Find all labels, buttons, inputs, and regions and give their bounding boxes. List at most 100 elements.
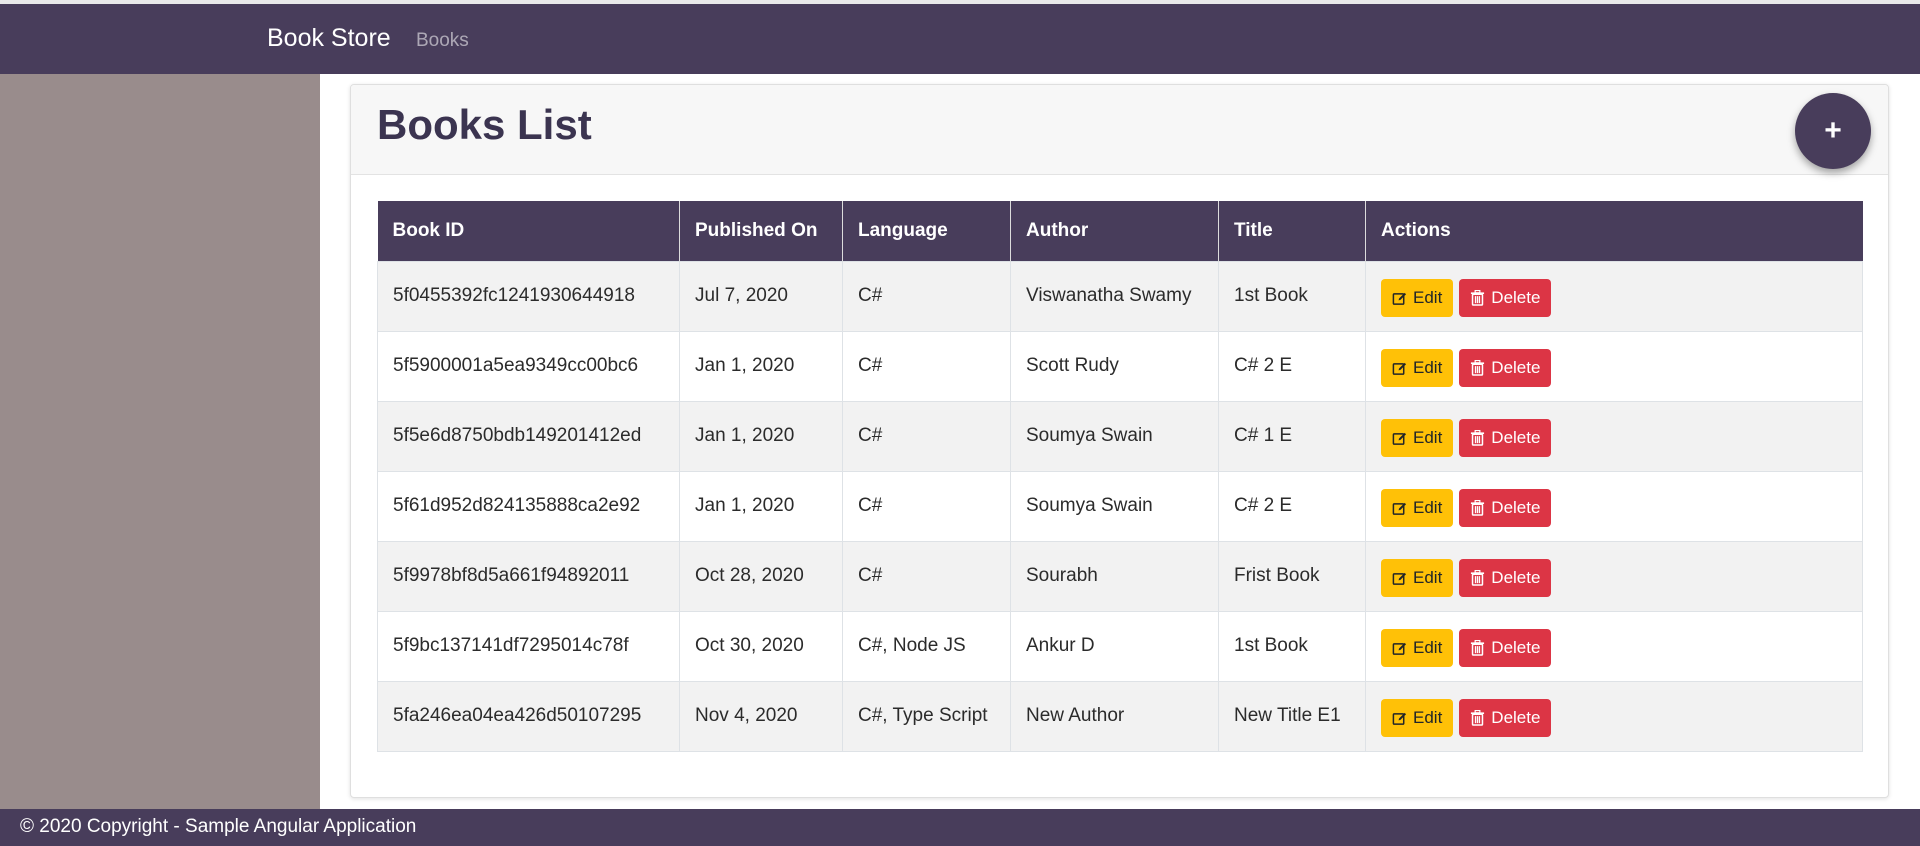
edit-button[interactable]: Edit [1381,629,1454,667]
cell-language: C# [842,330,1011,402]
pencil-square-icon [1392,711,1413,726]
cell-book-id: 5fa246ea04ea426d50107295 [377,680,680,752]
header-language: Language [842,201,1011,261]
delete-label: Delete [1491,428,1541,447]
cell-language: C# [842,400,1011,472]
edit-label: Edit [1413,498,1443,517]
cell-actions: Edit Delete [1365,540,1863,612]
cell-title: 1st Book [1218,260,1366,332]
edit-label: Edit [1413,708,1443,727]
cell-language: C# [842,540,1011,612]
delete-label: Delete [1491,498,1541,517]
cell-actions: Edit Delete [1365,330,1863,402]
header-author: Author [1010,201,1219,261]
table-row: 5f9bc137141df7295014c78f Oct 30, 2020 C#, … [377,610,1863,682]
footer: © 2020 Copyright - Sample Angular Applic… [0,809,1920,846]
cell-title: Frist Book [1218,540,1366,612]
card-header: Books List + [351,85,1888,175]
delete-button[interactable]: Delete [1459,419,1552,457]
cell-title: C# 2 E [1218,330,1366,402]
cell-book-id: 5f0455392fc1241930644918 [377,260,680,332]
cell-actions: Edit Delete [1365,400,1863,472]
navbar: Book Store Books [0,4,1920,74]
cell-language: C#, Node JS [842,610,1011,682]
cell-language: C#, Type Script [842,680,1011,752]
header-actions: Actions [1365,201,1863,261]
cell-title: C# 2 E [1218,470,1366,542]
table-row: 5f5900001a5ea9349cc00bc6 Jan 1, 2020 C# Sco… [377,330,1863,402]
edit-button[interactable]: Edit [1381,279,1454,317]
delete-label: Delete [1491,708,1541,727]
trash-icon [1470,640,1491,656]
table-row: 5f5e6d8750bdb149201412ed Jan 1, 2020 C# Sou… [377,400,1863,472]
cell-author: Scott Rudy [1010,330,1219,402]
books-table: Book ID Published On Language Author Tit… [377,201,1863,752]
cell-title: 1st Book [1218,610,1366,682]
cell-published-on: Oct 28, 2020 [679,540,843,612]
cell-title: C# 1 E [1218,400,1366,472]
cell-book-id: 5f5e6d8750bdb149201412ed [377,400,680,472]
trash-icon [1470,360,1491,376]
edit-label: Edit [1413,638,1443,657]
delete-button[interactable]: Delete [1459,559,1552,597]
trash-icon [1470,500,1491,516]
delete-button[interactable]: Delete [1459,699,1552,737]
page-title: Books List [377,101,592,148]
table-row: 5fa246ea04ea426d50107295 Nov 4, 2020 C#, T… [377,680,1863,752]
cell-published-on: Jan 1, 2020 [679,330,843,402]
pencil-square-icon [1392,291,1413,306]
cell-author: New Author [1010,680,1219,752]
cell-book-id: 5f9978bf8d5a661f94892011 [377,540,680,612]
table-row: 5f61d952d824135888ca2e92 Jan 1, 2020 C# Sou… [377,470,1863,542]
edit-label: Edit [1413,288,1443,307]
cell-book-id: 5f61d952d824135888ca2e92 [377,470,680,542]
delete-button[interactable]: Delete [1459,489,1552,527]
table-header-row: Book ID Published On Language Author Tit… [377,201,1863,261]
cell-actions: Edit Delete [1365,470,1863,542]
header-book-id: Book ID [377,201,680,261]
cell-published-on: Jul 7, 2020 [679,260,843,332]
sidebar [0,74,320,809]
delete-label: Delete [1491,638,1541,657]
delete-label: Delete [1491,358,1541,377]
cell-actions: Edit Delete [1365,260,1863,332]
delete-label: Delete [1491,288,1541,307]
cell-language: C# [842,470,1011,542]
cell-published-on: Nov 4, 2020 [679,680,843,752]
cell-actions: Edit Delete [1365,610,1863,682]
cell-published-on: Jan 1, 2020 [679,470,843,542]
table-row: 5f0455392fc1241930644918 Jul 7, 2020 C# Vis… [377,260,1863,332]
trash-icon [1470,710,1491,726]
edit-button[interactable]: Edit [1381,699,1454,737]
edit-button[interactable]: Edit [1381,559,1454,597]
cell-published-on: Oct 30, 2020 [679,610,843,682]
trash-icon [1470,570,1491,586]
delete-label: Delete [1491,568,1541,587]
pencil-square-icon [1392,431,1413,446]
cell-published-on: Jan 1, 2020 [679,400,843,472]
table-row: 5f9978bf8d5a661f94892011 Oct 28, 2020 C# So… [377,540,1863,612]
edit-button[interactable]: Edit [1381,349,1454,387]
edit-label: Edit [1413,568,1443,587]
cell-book-id: 5f9bc137141df7295014c78f [377,610,680,682]
delete-button[interactable]: Delete [1459,279,1552,317]
cell-title: New Title E1 [1218,680,1366,752]
nav-link-books[interactable]: Books [416,30,469,52]
delete-button[interactable]: Delete [1459,629,1552,667]
trash-icon [1470,290,1491,306]
trash-icon [1470,430,1491,446]
edit-label: Edit [1413,358,1443,377]
edit-button[interactable]: Edit [1381,489,1454,527]
cell-book-id: 5f5900001a5ea9349cc00bc6 [377,330,680,402]
delete-button[interactable]: Delete [1459,349,1552,387]
cell-language: C# [842,260,1011,332]
cell-author: Soumya Swain [1010,400,1219,472]
pencil-square-icon [1392,571,1413,586]
pencil-square-icon [1392,641,1413,656]
header-published-on: Published On [679,201,843,261]
cell-author: Soumya Swain [1010,470,1219,542]
add-book-button[interactable]: + [1795,93,1871,169]
cell-author: Sourabh [1010,540,1219,612]
edit-button[interactable]: Edit [1381,419,1454,457]
brand-link[interactable]: Book Store [267,24,391,53]
